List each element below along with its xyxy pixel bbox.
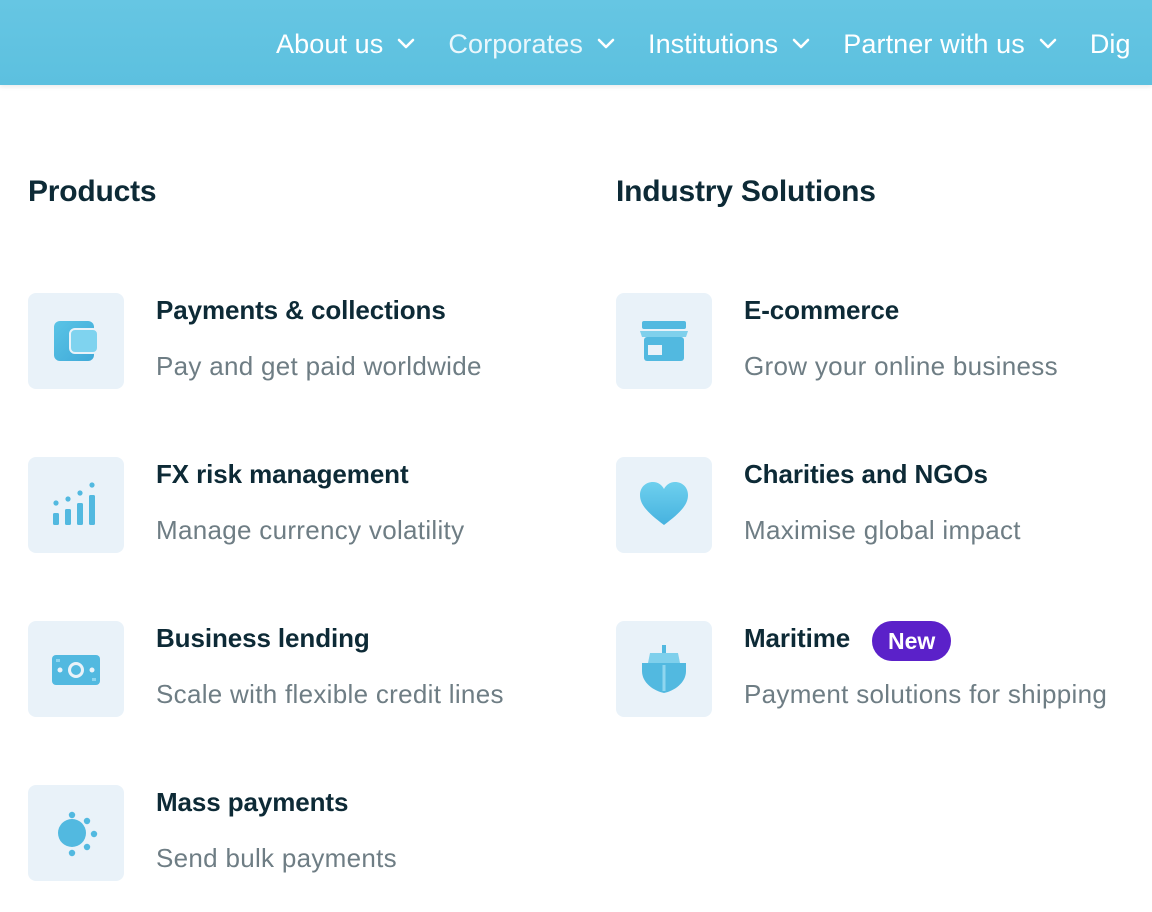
entry-description: Send bulk payments xyxy=(156,843,397,873)
bar-chart-icon xyxy=(28,457,124,553)
entry-title: Charities and NGOs xyxy=(744,459,988,489)
chevron-down-icon xyxy=(597,38,615,50)
entry-description: Maximise global impact xyxy=(744,515,1021,545)
storefront-icon xyxy=(616,293,712,389)
industry-solutions-heading: Industry Solutions xyxy=(616,175,876,208)
nav-corporates[interactable]: Corporates xyxy=(448,29,615,60)
menu-item-ecommerce[interactable]: E-commerce Grow your online business xyxy=(616,293,1152,389)
chevron-down-icon xyxy=(1039,38,1057,50)
entry-title: Business lending xyxy=(156,623,370,653)
entry-description: Payment solutions for shipping xyxy=(744,679,1108,709)
entry-title: Payments & collections xyxy=(156,295,446,325)
menu-item-fx-risk[interactable]: FX risk management Manage currency volat… xyxy=(28,457,568,553)
heart-icon xyxy=(616,457,712,553)
products-heading: Products xyxy=(28,175,157,208)
nav-institutions-label: Institutions xyxy=(647,28,779,59)
top-nav-bar: About us Corporates Institutions Partner… xyxy=(0,0,1152,85)
entry-title: FX risk management xyxy=(156,459,409,489)
nav-partner-label: Partner with us xyxy=(843,28,1025,59)
banknote-icon xyxy=(28,621,124,717)
menu-item-payments-collections[interactable]: Payments & collections Pay and get paid … xyxy=(28,293,568,389)
menu-item-business-lending[interactable]: Business lending Scale with flexible cre… xyxy=(28,621,568,717)
ship-icon xyxy=(616,621,712,717)
nav-institutions[interactable]: Institutions xyxy=(648,29,810,60)
entry-title: E-commerce xyxy=(744,295,900,325)
chevron-down-icon xyxy=(792,38,810,50)
nav-corporates-label: Corporates xyxy=(448,28,583,59)
nav-partner-with-us[interactable]: Partner with us xyxy=(843,29,1057,60)
entry-description: Scale with flexible credit lines xyxy=(156,679,504,709)
chevron-down-icon xyxy=(397,38,415,50)
main-nav: About us Corporates Institutions Partner… xyxy=(276,0,1152,85)
new-badge: New xyxy=(872,621,952,661)
nav-digital-label: Dig xyxy=(1089,28,1131,59)
wallet-icon xyxy=(28,293,124,389)
entry-description: Grow your online business xyxy=(744,351,1058,381)
mega-menu-panel: Products Industry Solutions Payments & c… xyxy=(0,85,1152,912)
burst-icon xyxy=(28,785,124,881)
nav-digital-truncated[interactable]: Dig xyxy=(1090,29,1131,60)
menu-item-charities-ngos[interactable]: Charities and NGOs Maximise global impac… xyxy=(616,457,1152,553)
nav-about-us[interactable]: About us xyxy=(276,29,415,60)
entry-title: Mass payments xyxy=(156,787,349,817)
entry-description: Pay and get paid worldwide xyxy=(156,351,482,381)
entry-title: Maritime xyxy=(744,623,851,653)
menu-item-mass-payments[interactable]: Mass payments Send bulk payments xyxy=(28,785,568,881)
nav-about-us-label: About us xyxy=(276,28,384,59)
menu-item-maritime[interactable]: Maritime New Payment solutions for shipp… xyxy=(616,621,1152,717)
entry-description: Manage currency volatility xyxy=(156,515,465,545)
